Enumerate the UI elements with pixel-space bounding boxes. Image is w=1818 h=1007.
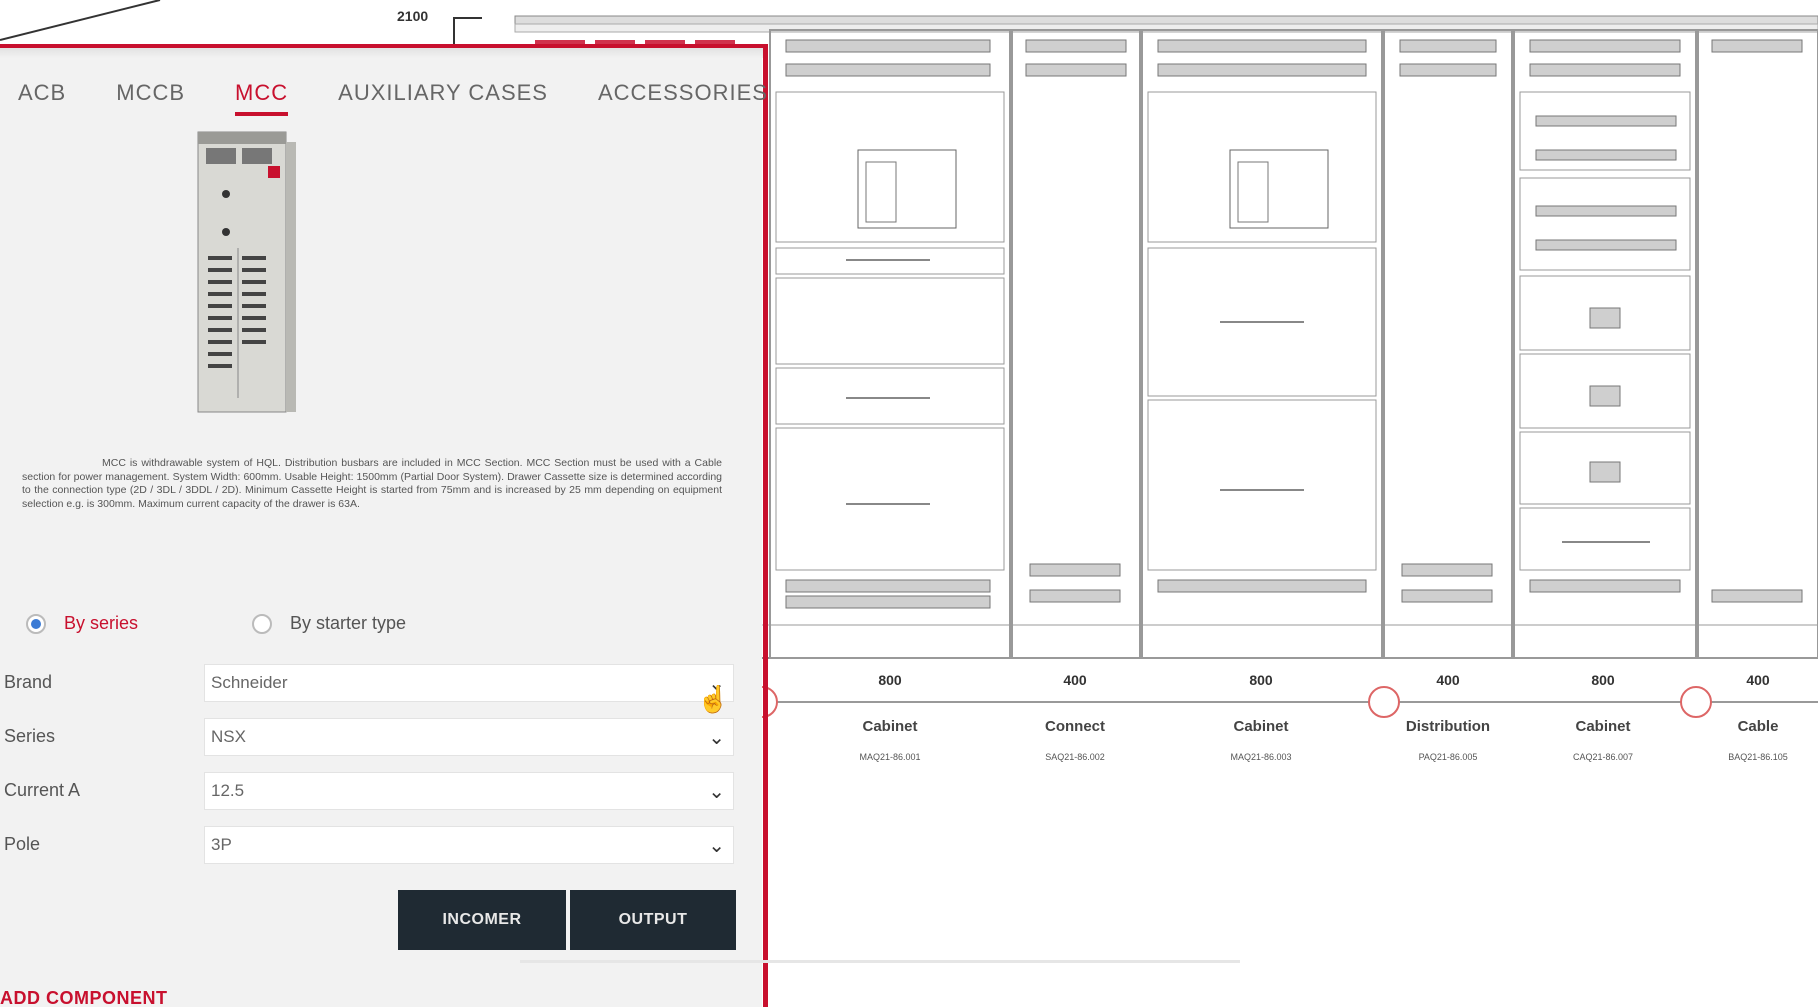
panel-border-top bbox=[0, 44, 768, 48]
product-description: MCC is withdrawable system of HQL. Distr… bbox=[22, 457, 722, 510]
radio-label-by-starter-type: By starter type bbox=[290, 613, 407, 633]
series-row: Series NSX ⌄ bbox=[0, 718, 740, 758]
current-value: 12.5 bbox=[211, 781, 245, 800]
chevron-down-icon: ⌄ bbox=[708, 781, 725, 803]
tab-auxiliary-cases[interactable]: AUXILIARY CASES bbox=[338, 76, 548, 116]
section-width: 800 bbox=[878, 672, 902, 688]
cursor-hand-icon: ☝ bbox=[697, 684, 730, 714]
output-button[interactable]: OUTPUT bbox=[570, 890, 736, 950]
series-select[interactable]: NSX ⌄ bbox=[204, 718, 734, 756]
section-width: 400 bbox=[1746, 672, 1770, 688]
current-row: Current A 12.5 ⌄ bbox=[0, 772, 740, 812]
radio-label-by-series: By series bbox=[64, 613, 139, 633]
section-width: 800 bbox=[1249, 672, 1273, 688]
insert-node-handle[interactable] bbox=[1368, 686, 1400, 718]
section-width: 800 bbox=[1591, 672, 1615, 688]
brand-select[interactable]: Schneider ⌄ bbox=[204, 664, 734, 702]
tab-acb[interactable]: ACB bbox=[18, 76, 66, 116]
pole-row: Pole 3P ⌄ bbox=[0, 826, 740, 866]
section-code: MAQ21-86.003 bbox=[1230, 752, 1292, 762]
section-code: SAQ21-86.002 bbox=[1045, 752, 1105, 762]
section-name[interactable]: Cabinet bbox=[1186, 718, 1336, 735]
brand-value: Schneider bbox=[211, 673, 288, 692]
dimension-label: 2100 bbox=[397, 8, 429, 24]
section-width: 400 bbox=[1063, 672, 1087, 688]
brand-row: Brand Schneider ⌄ bbox=[0, 664, 740, 704]
series-value: NSX bbox=[211, 727, 246, 746]
panel-top-shadow bbox=[0, 48, 763, 58]
pole-label: Pole bbox=[4, 834, 41, 854]
radio-by-series[interactable]: By series bbox=[26, 613, 138, 634]
section-code: CAQ21-86.007 bbox=[1572, 752, 1634, 762]
panel-border-right bbox=[763, 44, 768, 1007]
current-label: Current A bbox=[4, 780, 81, 800]
radio-button[interactable] bbox=[252, 613, 272, 634]
brand-label: Brand bbox=[4, 672, 53, 692]
section-name[interactable]: Cabinet bbox=[1528, 718, 1678, 735]
series-label: Series bbox=[4, 726, 56, 746]
section-name[interactable]: Distribution bbox=[1373, 718, 1523, 735]
tab-mcc[interactable]: MCC bbox=[235, 76, 289, 116]
configurator-screen: { "dimension_label": "2100", "tabs": [ {… bbox=[0, 0, 1818, 1007]
radio-by-starter-type[interactable]: By starter type bbox=[252, 613, 406, 634]
horizontal-scrollbar[interactable] bbox=[520, 960, 1240, 963]
tab-accessories[interactable]: ACCESSORIES bbox=[598, 76, 768, 116]
section-code: MAQ21-86.001 bbox=[859, 752, 921, 762]
mcc-cabinet-image bbox=[197, 131, 296, 413]
dimension-arrow-line bbox=[0, 0, 161, 41]
pole-select[interactable]: 3P ⌄ bbox=[204, 826, 734, 864]
component-tabs: ACB MCCB MCC AUXILIARY CASES ACCESSORIES bbox=[18, 76, 768, 116]
radio-button-checked[interactable] bbox=[26, 613, 46, 634]
section-code: PAQ21-86.005 bbox=[1418, 752, 1478, 762]
section-name[interactable]: Connect bbox=[1000, 718, 1150, 735]
insert-node-handle[interactable] bbox=[1680, 686, 1712, 718]
pole-value: 3P bbox=[211, 835, 232, 854]
section-name[interactable]: Cable bbox=[1683, 718, 1818, 735]
section-width: 400 bbox=[1436, 672, 1460, 688]
chevron-down-icon: ⌄ bbox=[708, 727, 725, 749]
section-name[interactable]: Cabinet bbox=[815, 718, 965, 735]
incomer-button[interactable]: INCOMER bbox=[398, 890, 566, 950]
tab-mccb[interactable]: MCCB bbox=[116, 76, 185, 116]
section-code: BAQ21-86.105 bbox=[1728, 752, 1788, 762]
current-select[interactable]: 12.5 ⌄ bbox=[204, 772, 734, 810]
chevron-down-icon: ⌄ bbox=[708, 835, 725, 857]
add-component-link[interactable]: ADD COMPONENT bbox=[0, 988, 168, 1007]
